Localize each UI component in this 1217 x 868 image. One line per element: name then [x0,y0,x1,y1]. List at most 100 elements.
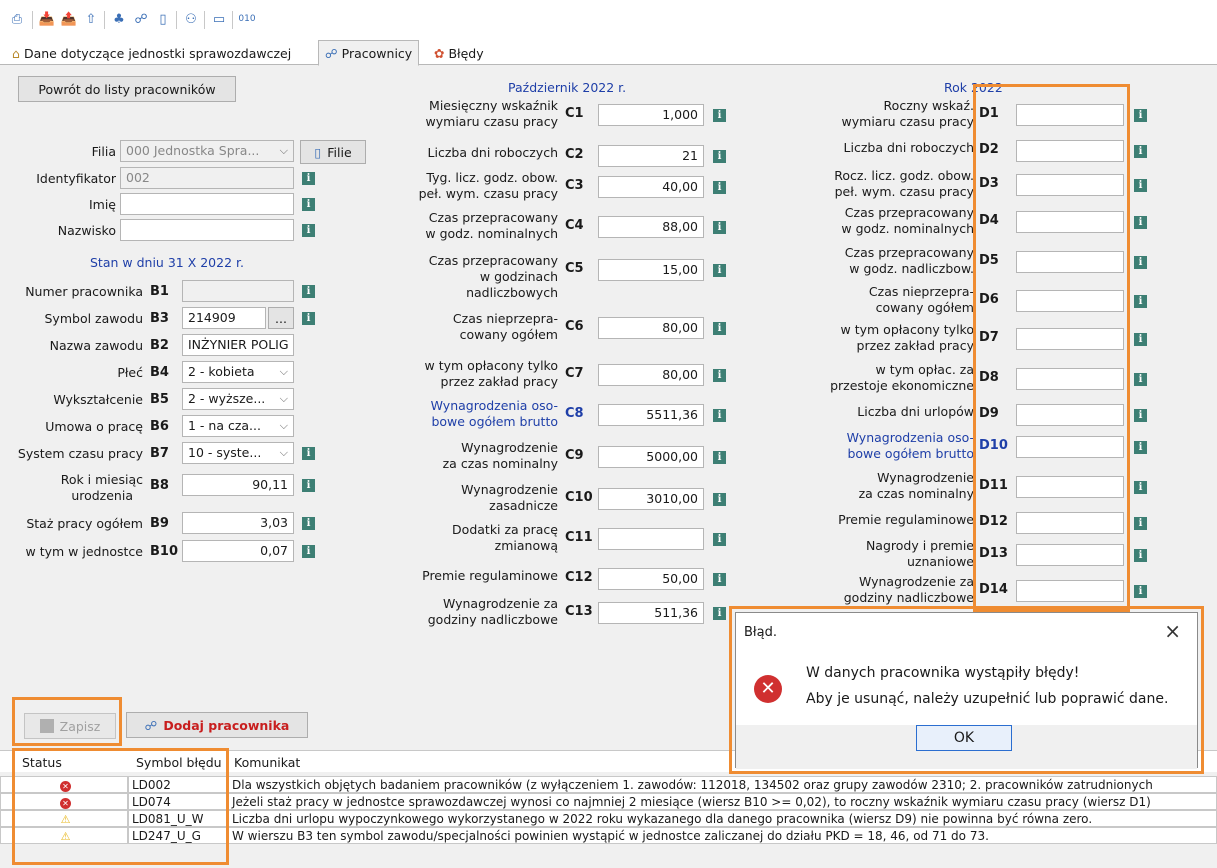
d7-label: w tym opłacony tylko [840,322,974,337]
info-icon[interactable]: i [302,447,315,460]
info-icon[interactable]: i [1134,256,1147,269]
info-icon[interactable]: i [713,181,726,194]
tab-bledy[interactable]: ✿ Błędy [428,42,490,65]
inbox-icon[interactable]: 📥 [38,10,56,28]
workers-icon[interactable]: ☍ [132,10,150,28]
ok-button[interactable]: OK [916,725,1012,751]
b6-value: 1 - na cza... [188,418,261,433]
c3-field[interactable]: 40,00 [598,176,704,198]
info-icon[interactable]: i [302,312,315,325]
battery-icon[interactable]: ▯ [154,10,172,28]
b7-select[interactable]: 10 - syste... ⌵ [182,442,294,464]
info-icon[interactable]: i [713,109,726,122]
add-employee-button[interactable]: ☍ Dodaj pracownika [126,712,308,738]
info-icon[interactable]: i [713,369,726,382]
b2-field[interactable]: INŻYNIER POLIG [182,334,294,356]
c10-field[interactable]: 3010,00 [598,488,704,510]
info-icon[interactable]: i [302,517,315,530]
info-icon[interactable]: i [713,221,726,234]
info-icon[interactable]: i [302,198,315,211]
c12-label: Premie regulaminowe [422,568,558,583]
info-icon[interactable]: i [713,264,726,277]
info-icon[interactable]: i [1134,585,1147,598]
printer-icon[interactable]: ⎙ [8,10,26,28]
c5-field[interactable]: 15,00 [598,259,704,281]
c13-field[interactable]: 511,36 [598,602,704,624]
info-icon[interactable]: i [302,545,315,558]
b8-field[interactable]: 90,11 [182,474,294,496]
filia-select[interactable]: 000 Jednostka Spra... ⌵ [120,140,294,162]
c11-field[interactable] [598,528,704,550]
chevron-down-icon: ⌵ [279,144,288,157]
info-icon[interactable]: i [1134,295,1147,308]
info-icon[interactable]: i [1134,216,1147,229]
c8-field[interactable]: 5511,36 [598,404,704,426]
document-icon[interactable]: ▭ [210,10,228,28]
info-icon[interactable]: i [302,285,315,298]
identyfikator-field[interactable]: 002 [120,167,294,189]
imie-field[interactable] [120,193,294,215]
b5-select[interactable]: 2 - wyższe... ⌵ [182,388,294,410]
b9-field[interactable]: 3,03 [182,512,294,534]
b10-field[interactable]: 0,07 [182,540,294,562]
c1-field[interactable]: 1,000 [598,104,704,126]
binary-icon[interactable]: 010 [238,10,256,28]
b4-select[interactable]: 2 - kobieta ⌵ [182,361,294,383]
c5-code: C5 [565,261,584,276]
c12-field[interactable]: 50,00 [598,568,704,590]
info-icon[interactable]: i [302,172,315,185]
info-icon[interactable]: i [713,607,726,620]
b1-field[interactable] [182,280,294,302]
filia-value: 000 Jednostka Spra... [126,143,260,158]
c2-field[interactable]: 21 [598,145,704,167]
info-icon[interactable]: i [1134,145,1147,158]
back-to-list-button[interactable]: Powrót do listy pracowników [18,76,236,102]
info-icon[interactable]: i [1134,333,1147,346]
info-icon[interactable]: i [302,224,315,237]
b3-browse-button[interactable]: ... [268,307,294,329]
nazwisko-field[interactable] [120,219,294,241]
tree-icon[interactable]: ♣ [110,10,128,28]
filie-button[interactable]: ▯ Filie [300,140,366,164]
back-button-label: Powrót do listy pracowników [38,81,216,97]
tab-pracownicy[interactable]: ☍ Pracownicy [318,40,420,66]
info-icon[interactable]: i [713,150,726,163]
info-icon[interactable]: i [1134,441,1147,454]
arrow-up-icon[interactable]: ⇧ [82,10,100,28]
toolbar-separator [204,11,205,29]
info-icon[interactable]: i [1134,409,1147,422]
info-icon[interactable]: i [713,493,726,506]
dialog-title: Błąd. [744,625,777,640]
info-icon[interactable]: i [1134,179,1147,192]
b2-label: Nazwa zawodu [49,338,143,353]
c4-field[interactable]: 88,00 [598,216,704,238]
info-icon[interactable]: i [713,533,726,546]
message-header[interactable]: Komunikat [234,755,300,770]
info-icon[interactable]: i [713,573,726,586]
info-icon[interactable]: i [1134,109,1147,122]
c11-code: C11 [565,530,593,545]
info-icon[interactable]: i [1134,549,1147,562]
c7-field[interactable]: 80,00 [598,364,704,386]
info-icon[interactable]: i [1134,517,1147,530]
info-icon[interactable]: i [1134,373,1147,386]
users-icon[interactable]: ⚇ [182,10,200,28]
info-icon[interactable]: i [713,409,726,422]
d2-label: Liczba dni roboczych [843,140,974,155]
export-icon[interactable]: 📤 [60,10,78,28]
c6-field[interactable]: 80,00 [598,317,704,339]
c9-field[interactable]: 5000,00 [598,446,704,468]
info-icon[interactable]: i [302,479,315,492]
dialog-message-line2: Aby je usunąć, należy uzupełnić lub popr… [806,691,1169,707]
b3-field[interactable]: 214909 [182,307,266,329]
highlight-save [12,697,122,746]
info-icon[interactable]: i [713,322,726,335]
tab-jednostka[interactable]: ⌂ Dane dotyczące jednostki sprawozdawcze… [6,42,297,65]
info-icon[interactable]: i [713,451,726,464]
b6-select[interactable]: 1 - na cza... ⌵ [182,415,294,437]
chevron-down-icon: ⌵ [279,446,288,459]
close-icon[interactable]: × [1164,619,1181,643]
dialog-message-line1: W danych pracownika wystąpiły błędy! [806,665,1080,681]
error-dialog: Błąd. × ✕ W danych pracownika wystąpiły … [735,612,1198,769]
info-icon[interactable]: i [1134,481,1147,494]
